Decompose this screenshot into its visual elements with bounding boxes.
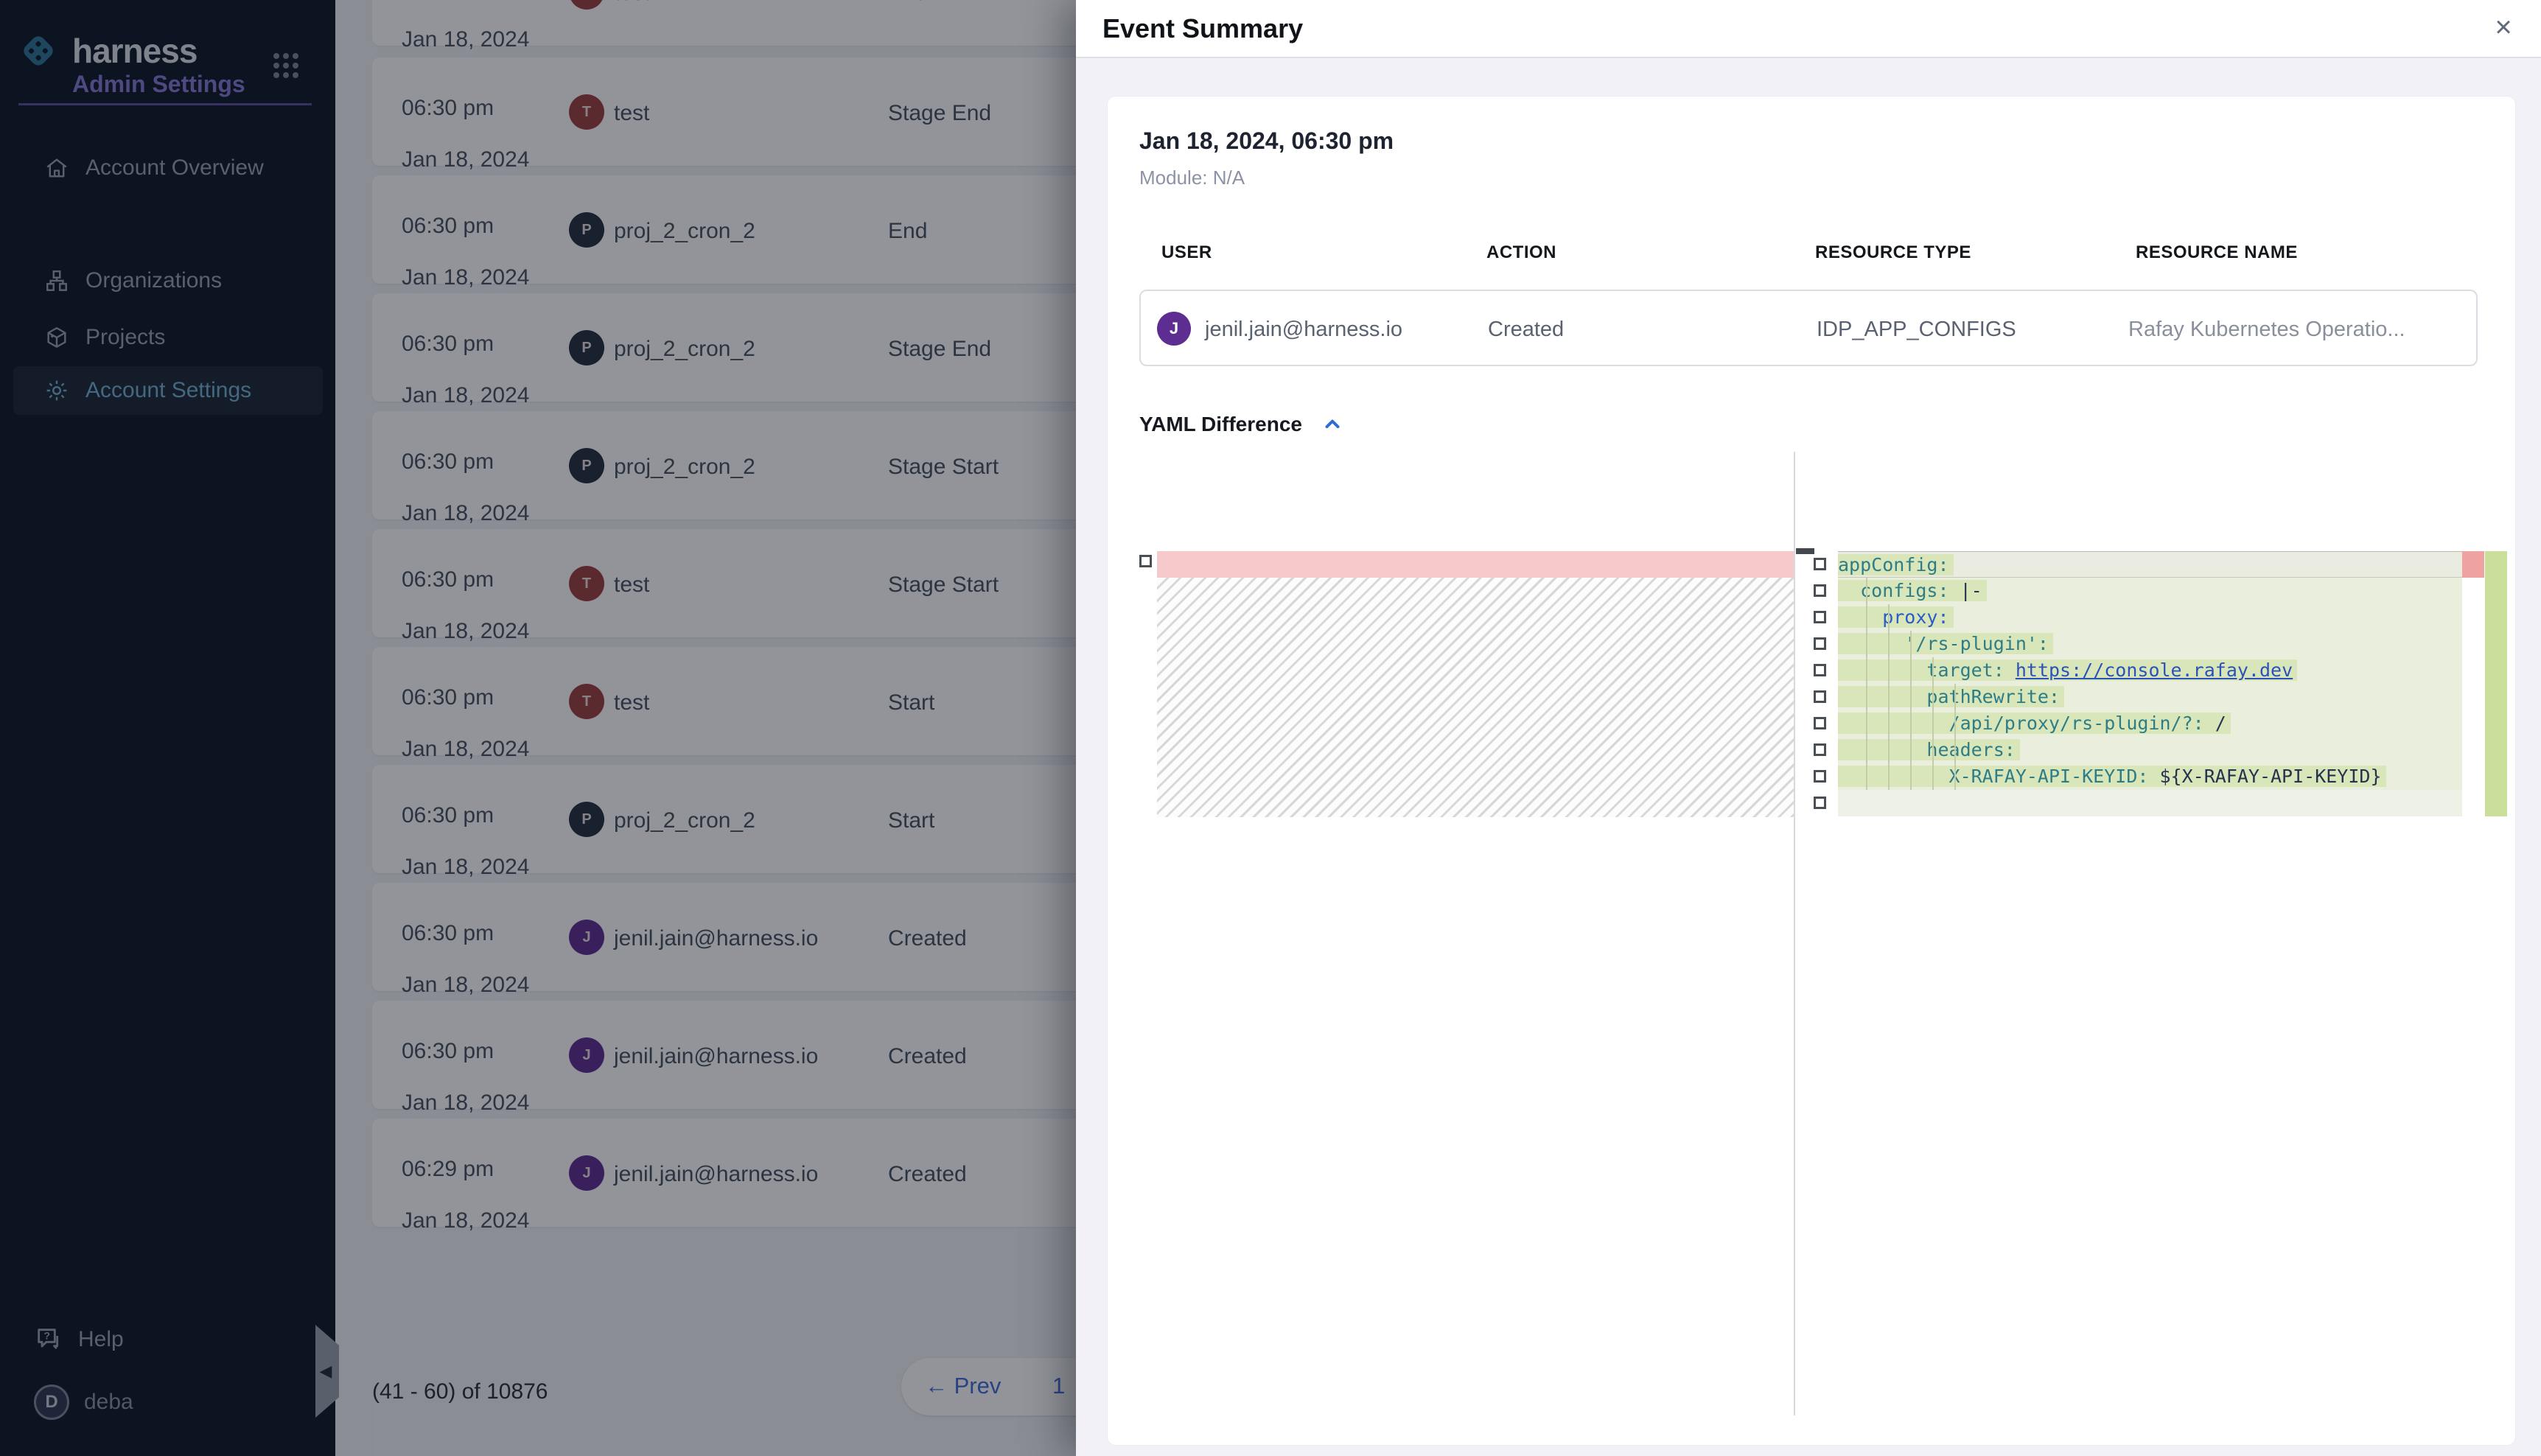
record-resource-type: IDP_APP_CONFIGS [1817, 318, 2016, 342]
col-header-user: USER [1161, 242, 1212, 263]
drawer-header: Event Summary × [1076, 0, 2541, 58]
diff-code-lines: appConfig: configs: |- proxy: '/rs-plugi… [1838, 551, 2462, 816]
indent-guide [1954, 684, 1956, 790]
indent-guide [1932, 657, 1934, 790]
code-token: pathRewrite: [1838, 686, 2060, 707]
event-record-row: J jenil.jain@harness.io Created IDP_APP_… [1139, 290, 2478, 366]
indent-guide [1888, 604, 1890, 790]
diff-line-marker[interactable] [1814, 664, 1826, 676]
code-token: /api/proxy/rs-plugin/?: [1838, 713, 2204, 734]
code-line: '/rs-plugin': [1838, 631, 2462, 657]
diff-line-marker[interactable] [1814, 584, 1826, 597]
close-icon[interactable]: × [2485, 9, 2522, 46]
code-token: '/rs-plugin': [1838, 633, 2049, 654]
code-token: target: [1838, 659, 2005, 681]
col-header-resource-type: RESOURCE TYPE [1815, 242, 1971, 263]
indent-guide [1866, 578, 1867, 790]
record-action: Created [1488, 318, 1564, 342]
modal-backdrop[interactable] [0, 0, 1076, 1456]
diff-line-marker[interactable] [1814, 770, 1826, 783]
yaml-difference-label: YAML Difference [1139, 413, 1302, 436]
diff-line-marker[interactable] [1814, 690, 1826, 703]
record-resource-name: Rafay Kubernetes Operatio... [2128, 318, 2405, 342]
diff-scrollbar-thumb[interactable] [1796, 548, 1814, 554]
record-column-headers: USER ACTION RESOURCE TYPE RESOURCE NAME [1108, 242, 2517, 265]
code-token: ${X-RAFAY-API-KEYID} [2148, 766, 2381, 787]
diff-line-marker[interactable] [1814, 637, 1826, 650]
code-token: appConfig: [1838, 554, 1949, 575]
event-summary-drawer: Event Summary × Jan 18, 2024, 06:30 pm M… [1076, 0, 2541, 1456]
diff-line-marker[interactable] [1814, 611, 1826, 623]
code-token: proxy: [1838, 606, 1949, 628]
code-token: / [2204, 713, 2226, 734]
diff-line-marker[interactable] [1814, 558, 1826, 570]
code-token: headers: [1838, 739, 2016, 760]
code-line: proxy: [1838, 604, 2462, 631]
diff-empty-hatch [1157, 578, 1794, 817]
diff-removed-line [1157, 551, 1794, 578]
code-token: configs: [1838, 580, 1949, 601]
record-user-avatar: J [1157, 312, 1191, 346]
code-token [2005, 659, 2016, 681]
col-header-resource-name: RESOURCE NAME [2136, 242, 2298, 263]
overview-ruler-removed [2462, 551, 2484, 578]
drawer-title: Event Summary [1102, 13, 1303, 44]
code-line: configs: |- [1838, 578, 2462, 604]
diff-removed-line-marker[interactable] [1139, 555, 1152, 567]
overview-ruler-added [2485, 551, 2507, 816]
diff-line-marker[interactable] [1814, 797, 1826, 809]
event-datetime: Jan 18, 2024, 06:30 pm [1139, 127, 1394, 155]
event-summary-card: Jan 18, 2024, 06:30 pm Module: N/A USER … [1107, 96, 2516, 1446]
chevron-up-icon [1321, 413, 1343, 435]
app-root: Jan 18, 2024 T test End 06:30 pm Jan 18,… [0, 0, 2541, 1456]
code-link[interactable]: https://console.rafay.dev [2016, 659, 2293, 681]
diff-line-marker[interactable] [1814, 717, 1826, 729]
col-header-action: ACTION [1486, 242, 1556, 263]
diff-line-marker[interactable] [1814, 743, 1826, 756]
diff-pane-divider [1794, 452, 1795, 1415]
code-token: X-RAFAY-API-KEYID: [1838, 766, 2148, 787]
event-module: Module: N/A [1139, 167, 1245, 189]
code-token: |- [1949, 580, 1982, 601]
indent-guide [1910, 631, 1912, 790]
code-line-empty [1838, 790, 2462, 816]
diff-right-gutter [1814, 551, 1831, 816]
code-line: appConfig: [1838, 551, 2462, 578]
record-user: jenil.jain@harness.io [1205, 318, 1402, 342]
yaml-diff-viewer: appConfig: configs: |- proxy: '/rs-plugi… [1139, 452, 2477, 1415]
yaml-difference-toggle[interactable]: YAML Difference [1139, 410, 1343, 439]
